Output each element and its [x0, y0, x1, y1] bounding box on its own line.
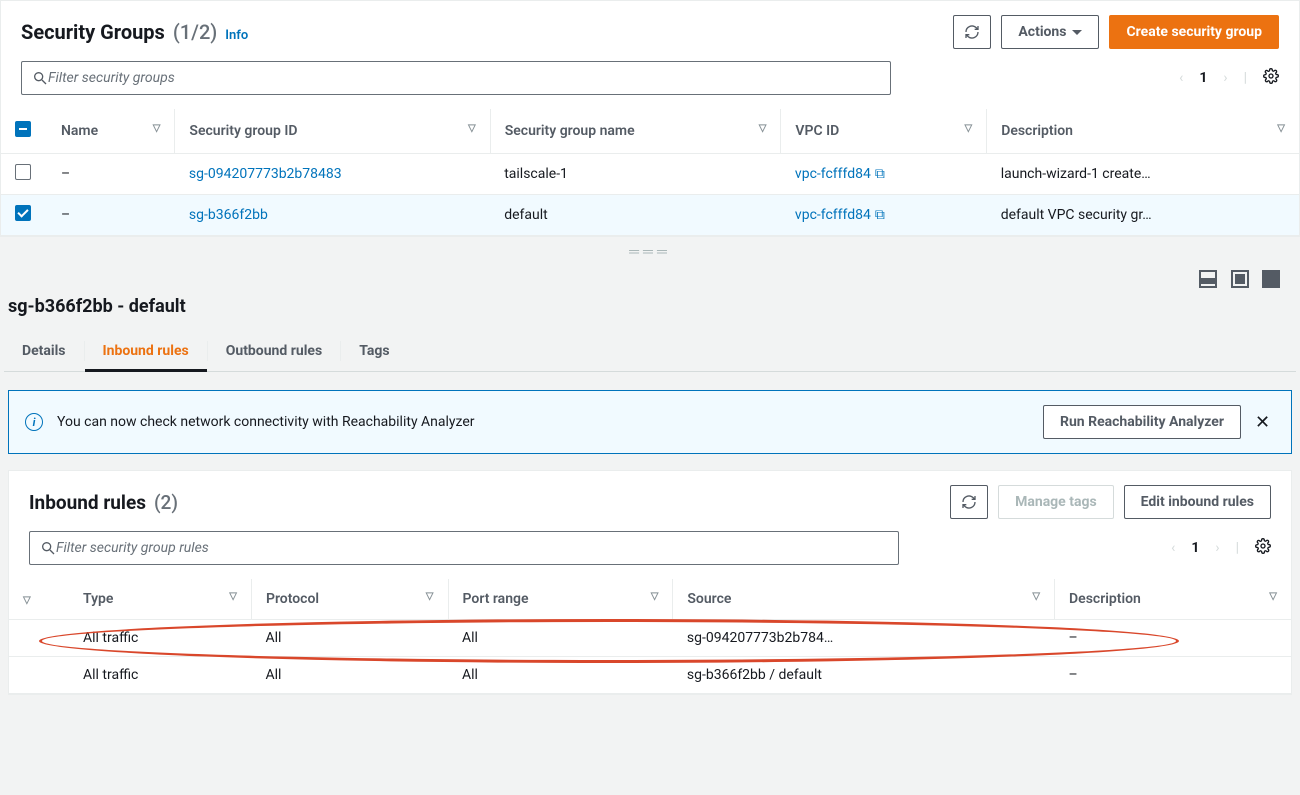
external-link-icon: ⧉: [875, 207, 885, 223]
rules-search[interactable]: [29, 531, 899, 565]
rules-title: Inbound rules: [29, 491, 146, 514]
col-name[interactable]: Name▽: [47, 109, 175, 154]
view-half-icon[interactable]: [1231, 270, 1249, 288]
split-drag-handle[interactable]: ═══: [0, 237, 1300, 266]
col-desc[interactable]: Description▽: [987, 109, 1299, 154]
rules-page-number: 1: [1191, 540, 1199, 556]
rules-next-page[interactable]: ›: [1215, 540, 1219, 556]
settings-button[interactable]: [1263, 68, 1279, 88]
tab-details[interactable]: Details: [4, 331, 84, 371]
page-number: 1: [1199, 70, 1207, 86]
tab-tags[interactable]: Tags: [341, 331, 407, 371]
rules-search-input[interactable]: [56, 540, 888, 556]
search-icon: [32, 70, 48, 86]
security-groups-panel: Security Groups (1/2) Info Actions Creat…: [0, 0, 1300, 237]
col-sgid[interactable]: Security group ID▽: [175, 109, 490, 154]
run-reachability-button[interactable]: Run Reachability Analyzer: [1043, 405, 1241, 439]
banner-message: You can now check network connectivity w…: [57, 414, 1029, 430]
detail-tabs: Details Inbound rules Outbound rules Tag…: [4, 331, 1296, 372]
actions-button[interactable]: Actions: [1001, 15, 1099, 49]
page-title: Security Groups: [21, 20, 165, 44]
sg-pager: ‹ 1 › |: [1179, 68, 1279, 88]
sg-search-input[interactable]: [48, 70, 880, 86]
caret-down-icon: [1072, 30, 1082, 35]
col-sgname[interactable]: Security group name▽: [490, 109, 781, 154]
sg-filter-row: ‹ 1 › |: [1, 57, 1299, 109]
external-link-icon: ⧉: [875, 166, 885, 182]
rules-settings-button[interactable]: [1255, 538, 1271, 558]
sg-id-link[interactable]: sg-094207773b2b78483: [189, 166, 342, 182]
rule-row[interactable]: All traffic All All sg-b366f2bb / defaul…: [9, 657, 1291, 694]
rcol-protocol[interactable]: Protocol▽: [251, 579, 448, 620]
view-full-icon[interactable]: [1262, 270, 1280, 288]
view-bottom-icon[interactable]: [1199, 270, 1217, 288]
row-checkbox[interactable]: [15, 164, 31, 180]
prev-page-button[interactable]: ‹: [1179, 70, 1183, 86]
rules-prev-page[interactable]: ‹: [1171, 540, 1175, 556]
rcol-type[interactable]: Type▽: [69, 579, 251, 620]
close-banner-button[interactable]: ✕: [1255, 412, 1275, 432]
info-icon: i: [25, 413, 43, 431]
detail-heading: sg-b366f2bb - default: [4, 292, 1296, 331]
row-checkbox[interactable]: [15, 205, 31, 221]
refresh-button[interactable]: [953, 15, 991, 49]
refresh-icon: [961, 494, 977, 510]
view-mode-switcher: [0, 266, 1300, 292]
page-count: (1/2): [173, 20, 217, 44]
select-all-checkbox[interactable]: [15, 121, 31, 137]
reachability-banner: i You can now check network connectivity…: [8, 390, 1292, 454]
gear-icon: [1255, 538, 1271, 554]
vpc-link[interactable]: vpc-fcfffd84⧉: [795, 166, 885, 182]
info-link[interactable]: Info: [225, 28, 248, 43]
rcol-port[interactable]: Port range▽: [448, 579, 673, 620]
search-icon: [40, 540, 56, 556]
rules-count: (2): [154, 491, 178, 514]
gear-icon: [1263, 68, 1279, 84]
tab-outbound[interactable]: Outbound rules: [208, 331, 340, 371]
vpc-link[interactable]: vpc-fcfffd84⧉: [795, 207, 885, 223]
rcol-desc[interactable]: Description▽: [1055, 579, 1291, 620]
table-row[interactable]: – sg-b366f2bb default vpc-fcfffd84⧉ defa…: [1, 195, 1299, 236]
manage-tags-button[interactable]: Manage tags: [998, 485, 1114, 519]
edit-rules-button[interactable]: Edit inbound rules: [1124, 485, 1271, 519]
inbound-rules-panel: Inbound rules (2) Manage tags Edit inbou…: [8, 470, 1292, 695]
rules-refresh-button[interactable]: [950, 485, 988, 519]
rule-row[interactable]: All traffic All All sg-094207773b2b784… …: [9, 620, 1291, 657]
sg-search[interactable]: [21, 61, 891, 95]
rules-table: ▽ Type▽ Protocol▽ Port range▽ Source▽ De…: [9, 579, 1291, 694]
detail-section: sg-b366f2bb - default Details Inbound ru…: [0, 292, 1300, 705]
next-page-button[interactable]: ›: [1223, 70, 1227, 86]
table-row[interactable]: – sg-094207773b2b78483 tailscale-1 vpc-f…: [1, 154, 1299, 195]
refresh-icon: [964, 24, 980, 40]
rcol-source[interactable]: Source▽: [673, 579, 1055, 620]
sg-table: Name▽ Security group ID▽ Security group …: [1, 109, 1299, 236]
create-sg-button[interactable]: Create security group: [1109, 15, 1279, 49]
tab-inbound[interactable]: Inbound rules: [85, 331, 207, 371]
col-vpc[interactable]: VPC ID▽: [781, 109, 987, 154]
sg-header: Security Groups (1/2) Info Actions Creat…: [1, 1, 1299, 57]
sg-id-link[interactable]: sg-b366f2bb: [189, 207, 268, 223]
